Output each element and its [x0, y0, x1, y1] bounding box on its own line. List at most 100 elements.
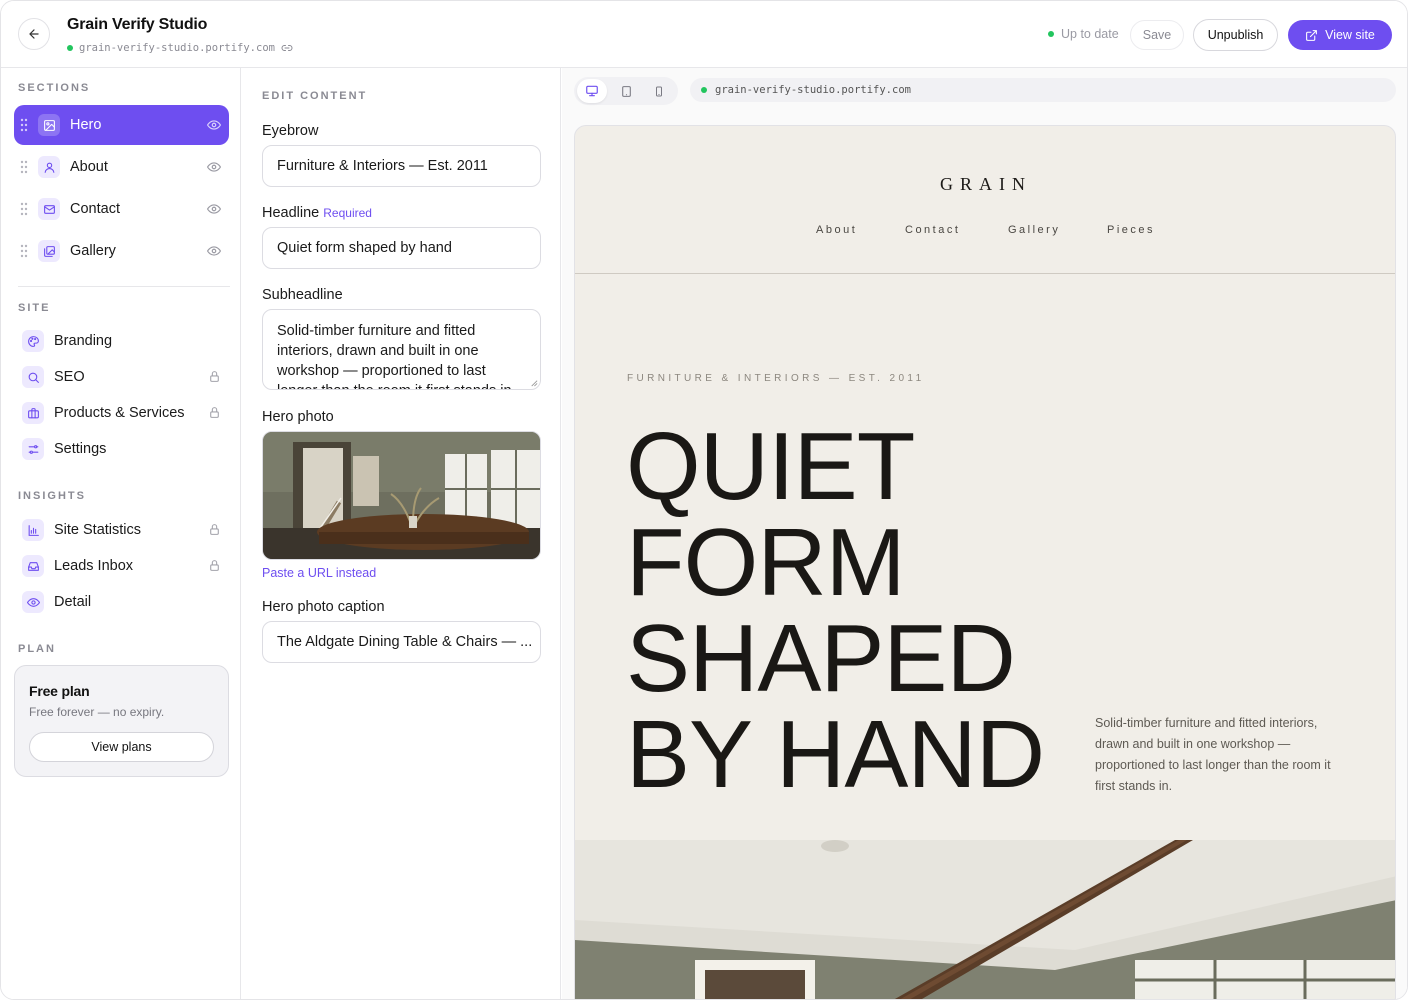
top-bar: Grain Verify Studio grain-verify-studio.… [1, 1, 1407, 68]
plan-title: Free plan [29, 683, 90, 699]
paste-url-link[interactable]: Paste a URL instead [262, 566, 376, 580]
site-url-text: grain-verify-studio.portify.com [79, 42, 275, 54]
headline-line: FORM [626, 509, 906, 616]
headline-line: BY HAND [626, 701, 1045, 808]
divider [18, 286, 230, 287]
insight-item-label: Site Statistics [54, 522, 142, 538]
drag-handle-icon[interactable] [20, 202, 28, 216]
monitor-icon [586, 85, 598, 97]
save-status: Up to date [1048, 27, 1119, 41]
bar-chart-icon [22, 519, 44, 541]
site-preview: GRAIN About Contact Gallery Pieces FURNI… [574, 125, 1396, 999]
site-item-label: Branding [54, 333, 113, 349]
subheadline-textarea[interactable]: Solid-timber furniture and fitted interi… [262, 309, 541, 390]
desktop-view-button[interactable] [577, 79, 607, 103]
section-item-about[interactable]: About [14, 147, 229, 187]
plan-card: Free plan Free forever — no expiry. View… [14, 665, 229, 777]
site-brand-logo[interactable]: GRAIN [575, 174, 1395, 195]
subheadline-text: Solid-timber furniture and fitted interi… [277, 323, 516, 389]
briefcase-icon [22, 402, 44, 424]
section-item-hero[interactable]: Hero [14, 105, 229, 145]
resize-handle-icon[interactable] [529, 378, 538, 387]
site-subheadline: Solid-timber furniture and fitted interi… [1095, 716, 1331, 793]
unpublish-button[interactable]: Unpublish [1193, 19, 1278, 51]
hero-caption-label: Hero photo caption [262, 599, 385, 615]
site-item-products-services[interactable]: Products & Services [14, 397, 229, 429]
hero-caption-input[interactable]: The Aldgate Dining Table & Chairs — ... [262, 621, 541, 663]
hero-photo-label: Hero photo [262, 409, 334, 425]
site-url[interactable]: grain-verify-studio.portify.com [67, 42, 293, 54]
eye-icon[interactable] [207, 118, 221, 132]
sections-heading: SECTIONS [18, 82, 91, 94]
user-icon [38, 156, 60, 178]
site-item-seo[interactable]: SEO [14, 361, 229, 393]
headline-line: QUIET [626, 413, 915, 520]
section-label: Hero [70, 117, 102, 133]
view-plans-button[interactable]: View plans [29, 732, 214, 762]
hero-photo-thumbnail [263, 432, 540, 559]
site-nav-about[interactable]: About [816, 224, 857, 236]
site-nav-gallery[interactable]: Gallery [1008, 224, 1060, 236]
site-item-label: SEO [54, 369, 85, 385]
site-item-label: Products & Services [54, 405, 185, 421]
drag-handle-icon[interactable] [20, 244, 28, 258]
status-dot [1048, 31, 1054, 37]
subheadline-label: Subheadline [262, 287, 343, 303]
plan-subtitle: Free forever — no expiry. [29, 705, 165, 719]
eyebrow-label: Eyebrow [262, 123, 319, 139]
gallery-icon [38, 240, 60, 262]
image-icon [38, 114, 60, 136]
lock-icon [210, 371, 219, 382]
section-item-contact[interactable]: Contact [14, 189, 229, 229]
eye-icon [22, 591, 44, 613]
back-button[interactable] [18, 18, 50, 50]
section-label: Gallery [70, 243, 116, 259]
site-heading: SITE [18, 302, 51, 314]
site-nav-contact[interactable]: Contact [905, 224, 960, 236]
mobile-view-button[interactable] [644, 79, 674, 103]
section-label: About [70, 159, 108, 175]
headline-line: SHAPED [626, 605, 1016, 712]
phone-icon [656, 86, 662, 96]
view-site-button[interactable]: View site [1288, 20, 1392, 50]
required-badge: Required [323, 206, 372, 220]
tablet-icon [621, 85, 631, 97]
sliders-icon [22, 438, 44, 460]
insight-item-detail[interactable]: Detail [14, 586, 229, 618]
hero-photo-image [575, 840, 1395, 999]
site-item-settings[interactable]: Settings [14, 433, 229, 465]
save-button[interactable]: Save [1130, 20, 1184, 50]
eyebrow-input[interactable]: Furniture & Interiors — Est. 2011 [262, 145, 541, 187]
headline-input[interactable]: Quiet form shaped by hand [262, 227, 541, 269]
site-nav-pieces[interactable]: Pieces [1107, 224, 1155, 236]
link-icon [281, 45, 293, 51]
site-eyebrow: FURNITURE & INTERIORS — EST. 2011 [627, 373, 925, 384]
section-item-gallery[interactable]: Gallery [14, 231, 229, 271]
tablet-view-button[interactable] [611, 79, 641, 103]
preview-url-text: grain-verify-studio.portify.com [715, 84, 911, 96]
eye-icon[interactable] [207, 202, 221, 216]
edit-heading: EDIT CONTENT [262, 90, 368, 102]
secure-status-dot [701, 87, 707, 93]
section-label: Contact [70, 201, 120, 217]
page-title: Grain Verify Studio [67, 16, 208, 33]
insight-item-leads-inbox[interactable]: Leads Inbox [14, 550, 229, 582]
eye-icon[interactable] [207, 244, 221, 258]
hero-photo-upload[interactable] [262, 431, 541, 560]
drag-handle-icon[interactable] [20, 118, 28, 132]
lock-icon [210, 407, 219, 418]
palette-icon [22, 330, 44, 352]
lock-icon [210, 560, 219, 571]
arrow-left-icon [29, 29, 39, 39]
insight-item-label: Detail [54, 594, 92, 610]
device-toggle [574, 77, 678, 105]
preview-url-bar[interactable]: grain-verify-studio.portify.com [690, 78, 1396, 102]
plan-heading: PLAN [18, 643, 56, 655]
headline-label-text: Headline [262, 205, 320, 221]
site-item-branding[interactable]: Branding [14, 325, 229, 357]
eye-icon[interactable] [207, 160, 221, 174]
site-item-label: Settings [54, 441, 107, 457]
inbox-icon [22, 555, 44, 577]
drag-handle-icon[interactable] [20, 160, 28, 174]
insight-item-site-statistics[interactable]: Site Statistics [14, 514, 229, 546]
